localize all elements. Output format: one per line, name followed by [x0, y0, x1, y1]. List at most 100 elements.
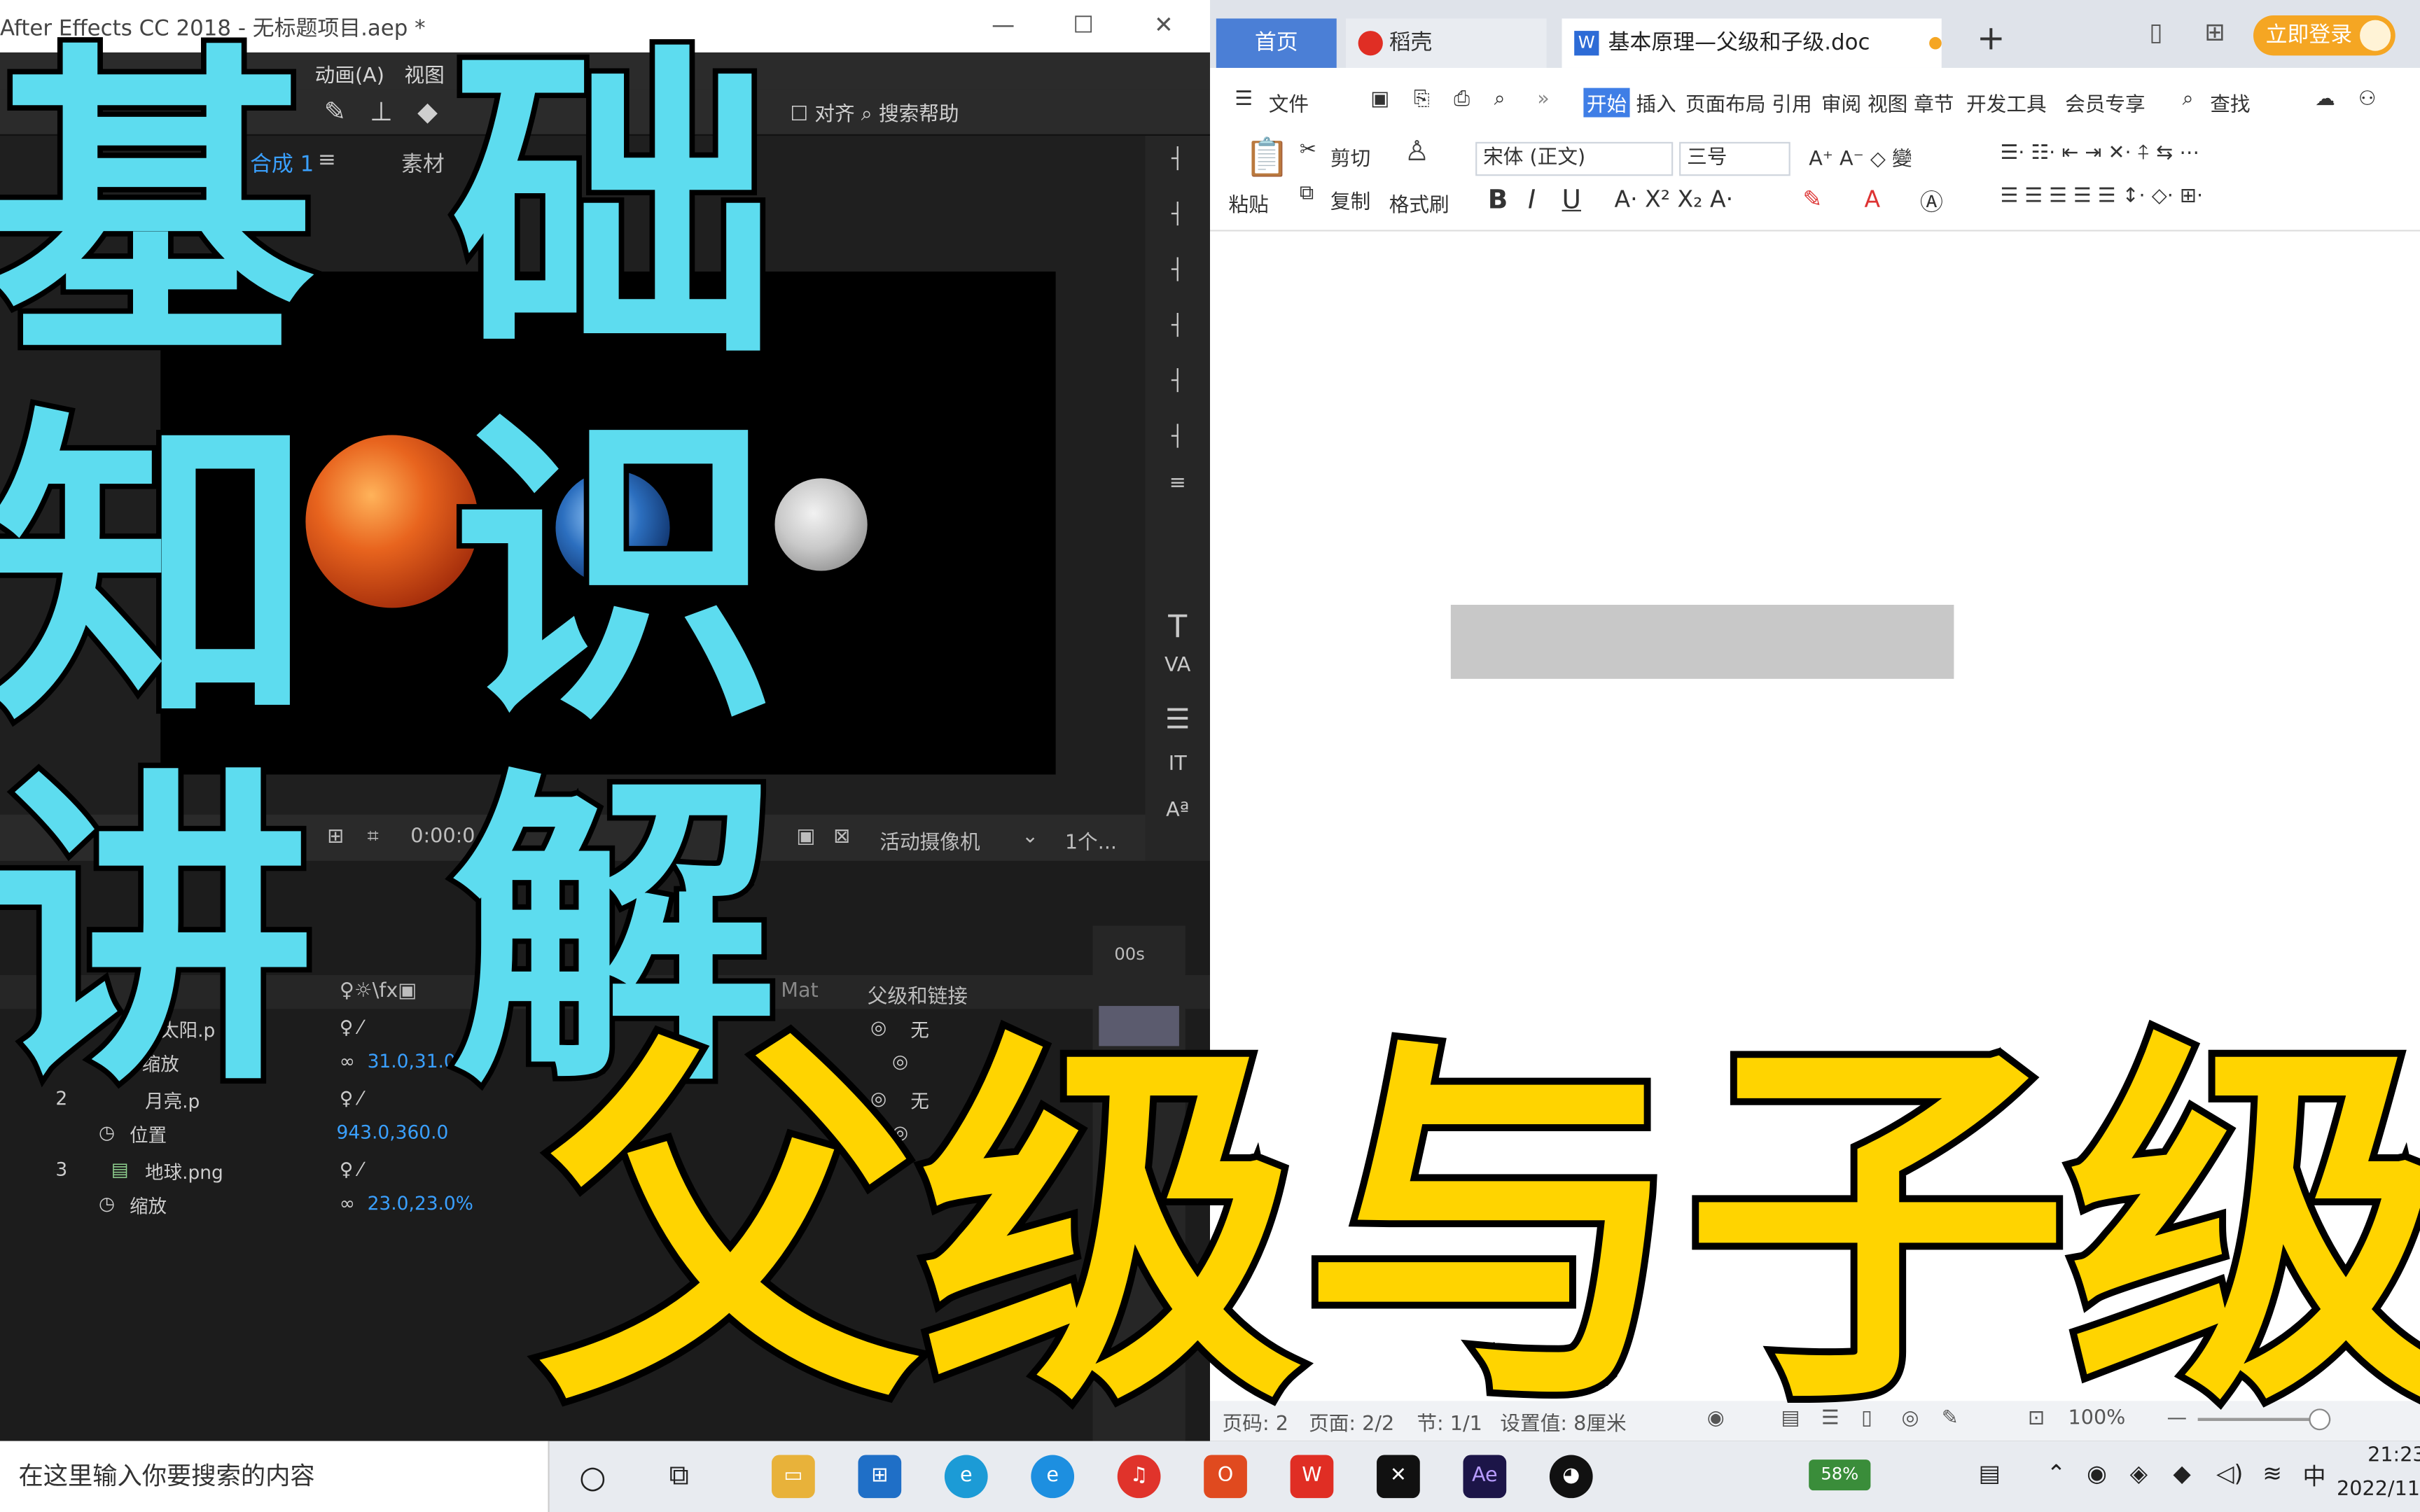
close-icon[interactable]: ✕ [1148, 9, 1179, 40]
menu-animation[interactable]: 动画(A) [315, 59, 384, 88]
switch-icon[interactable]: ♀ ⁄ [340, 1088, 362, 1110]
cut-button[interactable]: 剪切 [1330, 142, 1370, 172]
paste-icon[interactable]: 📋 [1244, 136, 1291, 179]
search-help-input[interactable]: 搜索帮助 [879, 104, 959, 127]
tab-daoke[interactable]: 稻壳 [1345, 18, 1547, 68]
tab-menu-icon[interactable]: ≡ [318, 148, 336, 173]
clock-date[interactable]: 2022/11 [2337, 1478, 2420, 1502]
camera-select[interactable]: 活动摄像机 [879, 825, 980, 855]
login-button[interactable]: 立即登录 [2253, 15, 2395, 56]
capcut-icon[interactable]: ✕ [1377, 1455, 1420, 1499]
tab-footage[interactable]: 素材 [401, 148, 445, 179]
char-border-icon[interactable]: Ⓐ [1920, 185, 1943, 217]
wifi-icon[interactable]: ≋ [2262, 1460, 2282, 1488]
property-value[interactable]: 31.0,31.0 [368, 1051, 456, 1072]
menu-layout[interactable]: 页面布局 [1685, 88, 1766, 117]
preview-icon[interactable]: ⌕ [1494, 88, 1505, 111]
align-icon[interactable]: ☐ [790, 104, 808, 127]
maximize-icon[interactable]: ☐ [1068, 9, 1099, 40]
paragraph-icon[interactable]: ☰ [1157, 704, 1197, 736]
font-effects-icon[interactable]: A· X² X₂ A· [1614, 185, 1733, 213]
ime-indicator[interactable]: 中 [2303, 1460, 2326, 1492]
menu-find[interactable]: 查找 [2210, 88, 2250, 117]
menu-member[interactable]: 会员专享 [2065, 88, 2146, 117]
tray-app-icon[interactable]: ◈ [2130, 1460, 2148, 1488]
bold-icon[interactable]: B [1488, 185, 1508, 216]
format-painter-icon[interactable]: ♙ [1405, 136, 1430, 168]
menu-view[interactable]: 视图 [404, 59, 444, 88]
window-layout-icon[interactable]: ▯ [2139, 15, 2173, 49]
menu-start[interactable]: 开始 [1583, 88, 1630, 118]
office-icon[interactable]: O [1204, 1455, 1247, 1499]
transparency-grid-icon[interactable]: ⌗ [368, 825, 379, 848]
cortana-icon[interactable]: ○ [571, 1455, 615, 1498]
menu-references[interactable]: 引用 [1772, 88, 1811, 117]
apps-grid-icon[interactable]: ⊞ [2198, 15, 2232, 49]
panel-icon-6[interactable]: ┤ [1157, 426, 1197, 449]
paste-button[interactable]: 粘贴 [1228, 188, 1268, 218]
tab-home[interactable]: 首页 [1216, 18, 1337, 68]
panel-icon-3[interactable]: ┤ [1157, 259, 1197, 282]
taskbar-search-input[interactable]: 在这里输入你要搜索的内容 [0, 1441, 550, 1512]
format-painter-button[interactable]: 格式刷 [1389, 188, 1449, 218]
panel-icon-1[interactable]: ┤ [1157, 148, 1197, 172]
highlight-icon[interactable]: ✎ [1802, 185, 1822, 213]
stopwatch-icon[interactable]: ◷ [99, 1193, 115, 1214]
tray-app-icon[interactable]: ◉ [2087, 1460, 2107, 1488]
hamburger-icon[interactable]: ☰ [1235, 88, 1253, 111]
text-tool-icon[interactable]: T [1157, 608, 1197, 645]
edge-icon[interactable]: e [944, 1455, 988, 1499]
chevron-up-icon[interactable]: ⌃ [2047, 1460, 2066, 1488]
battery-indicator[interactable]: 58% [1809, 1460, 1871, 1491]
menu-view[interactable]: 视图 [1868, 88, 1907, 117]
font-family-select[interactable]: 宋体 (正文) [1475, 141, 1674, 176]
print-icon[interactable]: ⎙ [1454, 88, 1470, 111]
store-icon[interactable]: ⊞ [858, 1455, 902, 1499]
menu-insert[interactable]: 插入 [1636, 88, 1676, 117]
stamp-tool-icon[interactable]: ⊥ [364, 96, 398, 130]
chevron-down-icon[interactable]: ⌄ [1022, 825, 1038, 848]
grow-font-icon[interactable]: A⁺ A⁻ ◇ 變 [1809, 142, 1912, 172]
grid-toggle-icon[interactable]: ⊠ [833, 825, 850, 848]
menu-review[interactable]: 审阅 [1821, 88, 1861, 117]
list-icons[interactable]: ☰· ☷· ⇤ ⇥ ✕· ⍏ ⇆ ⋯ [2001, 142, 2199, 165]
font-color-icon[interactable]: A [1865, 185, 1881, 213]
qq-icon[interactable]: ◕ [1549, 1455, 1593, 1499]
tray-app-icon[interactable]: ◆ [2173, 1460, 2190, 1488]
share-icon[interactable]: ⚇ [2358, 88, 2377, 111]
find-icon[interactable]: ⌕ [2183, 88, 2194, 111]
menu-developer[interactable]: 开发工具 [1966, 88, 2047, 117]
underline-icon[interactable]: U [1562, 185, 1581, 216]
property-value[interactable]: 23.0,23.0% [368, 1193, 473, 1214]
scissors-icon[interactable]: ✂ [1300, 139, 1316, 162]
more-icon[interactable]: » [1537, 88, 1550, 111]
menu-chapter[interactable]: 章节 [1914, 88, 1954, 117]
leading-icon[interactable]: IT [1157, 753, 1197, 776]
after-effects-icon[interactable]: Ae [1463, 1455, 1507, 1499]
switch-icon[interactable]: ♀ ⁄ [340, 1158, 362, 1180]
property-value[interactable]: 943.0,360.0 [336, 1121, 448, 1143]
baseline-icon[interactable]: Aª [1157, 799, 1197, 822]
file-explorer-icon[interactable]: ▭ [772, 1455, 815, 1499]
panel-icon-2[interactable]: ┤ [1157, 204, 1197, 227]
task-view-icon[interactable]: ⧉ [658, 1455, 701, 1498]
italic-icon[interactable]: I [1528, 185, 1536, 216]
switch-icon[interactable]: ♀ ⁄ [340, 1017, 362, 1039]
netease-music-icon[interactable]: ♫ [1117, 1455, 1161, 1499]
copy-icon[interactable]: ⧉ [1300, 182, 1314, 205]
menu-file[interactable]: 文件 [1269, 88, 1309, 117]
text-vertical-icon[interactable]: VA [1157, 654, 1197, 678]
moon-layer-image[interactable] [774, 478, 868, 571]
ie-icon[interactable]: e [1031, 1455, 1075, 1499]
panel-menu-icon[interactable]: ≡ [1157, 472, 1197, 495]
views-select[interactable]: 1个... [1065, 825, 1117, 855]
panel-icon-5[interactable]: ┤ [1157, 370, 1197, 393]
cloud-icon[interactable]: ☁ [2315, 88, 2335, 111]
new-tab-icon[interactable]: + [1973, 21, 2010, 59]
minimize-icon[interactable]: — [988, 9, 1019, 40]
stopwatch-icon[interactable]: ◷ [99, 1121, 115, 1143]
align-icons[interactable]: ☰ ☰ ☰ ☰ ☰ ↕· ◇· ⊞· [2001, 185, 2204, 208]
channel-icon[interactable]: ▣ [796, 825, 815, 848]
switches-icons[interactable]: ♀☼\fx▣ [340, 980, 417, 1003]
region-icon[interactable]: ⊞ [327, 825, 344, 848]
